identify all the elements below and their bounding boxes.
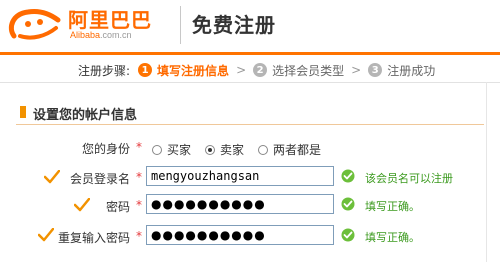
success-icon xyxy=(341,169,355,183)
success-icon xyxy=(341,197,355,211)
required-mark: * xyxy=(136,170,142,184)
radio-buyer[interactable] xyxy=(152,144,162,155)
identity-option-seller[interactable]: 卖家 xyxy=(205,141,244,158)
required-mark: * xyxy=(136,140,142,154)
section-title: 设置您的帐户信息 xyxy=(33,108,138,123)
step-separator: > xyxy=(351,63,362,77)
radio-both[interactable] xyxy=(258,144,269,155)
confirm-password-input[interactable]: ●●●●●●●●●● xyxy=(146,225,334,245)
header-divider xyxy=(180,6,181,44)
steps-divider xyxy=(0,82,500,83)
logo-text-cn: 阿里巴巴 xyxy=(68,8,152,32)
logo-text-en: Alibaba.com.cn xyxy=(70,30,132,40)
step-3-number: 3 xyxy=(368,63,383,77)
step-3-label: 注册成功 xyxy=(387,63,436,78)
identity-radio-group: 买家 卖家 两者都是 xyxy=(152,141,335,158)
password-input[interactable]: ●●●●●●●●●● xyxy=(146,194,334,214)
identity-option-buyer[interactable]: 买家 xyxy=(152,141,191,158)
confirm-password-status: 填写正确。 xyxy=(365,231,420,244)
step-1-number: 1 xyxy=(138,63,153,77)
step-1: 1 填写注册信息 xyxy=(138,62,229,79)
step-2-number: 2 xyxy=(253,63,268,77)
identity-option-both[interactable]: 两者都是 xyxy=(258,141,321,158)
username-label: 会员登录名 xyxy=(69,172,130,186)
steps-label: 注册步骤: xyxy=(78,63,131,78)
password-status: 填写正确。 xyxy=(365,200,420,213)
required-mark: * xyxy=(136,229,142,243)
username-input[interactable]: mengyouzhangsan xyxy=(146,166,334,186)
step-2: 2 选择会员类型 xyxy=(253,62,344,79)
username-status: 该会员名可以注册 xyxy=(365,172,453,185)
required-mark: * xyxy=(136,198,142,212)
success-icon xyxy=(341,228,355,242)
section-underline xyxy=(16,124,484,125)
radio-seller[interactable] xyxy=(205,144,216,155)
step-2-label: 选择会员类型 xyxy=(272,63,345,78)
identity-label: 您的身份 xyxy=(81,142,130,156)
header-accent-bar xyxy=(0,52,500,55)
alibaba-logo-icon xyxy=(8,9,61,40)
step-3: 3 注册成功 xyxy=(368,62,435,79)
section-marker-icon xyxy=(20,106,26,118)
confirm-password-label: 重复输入密码 xyxy=(57,231,130,245)
page-title: 免费注册 xyxy=(192,13,276,37)
password-label: 密码 xyxy=(105,200,130,214)
content-right-border xyxy=(486,82,500,262)
step-1-label: 填写注册信息 xyxy=(157,63,230,78)
registration-steps: 注册步骤: 1 填写注册信息 > 2 选择会员类型 > 3 注册成功 xyxy=(78,60,435,80)
step-separator: > xyxy=(236,63,247,77)
